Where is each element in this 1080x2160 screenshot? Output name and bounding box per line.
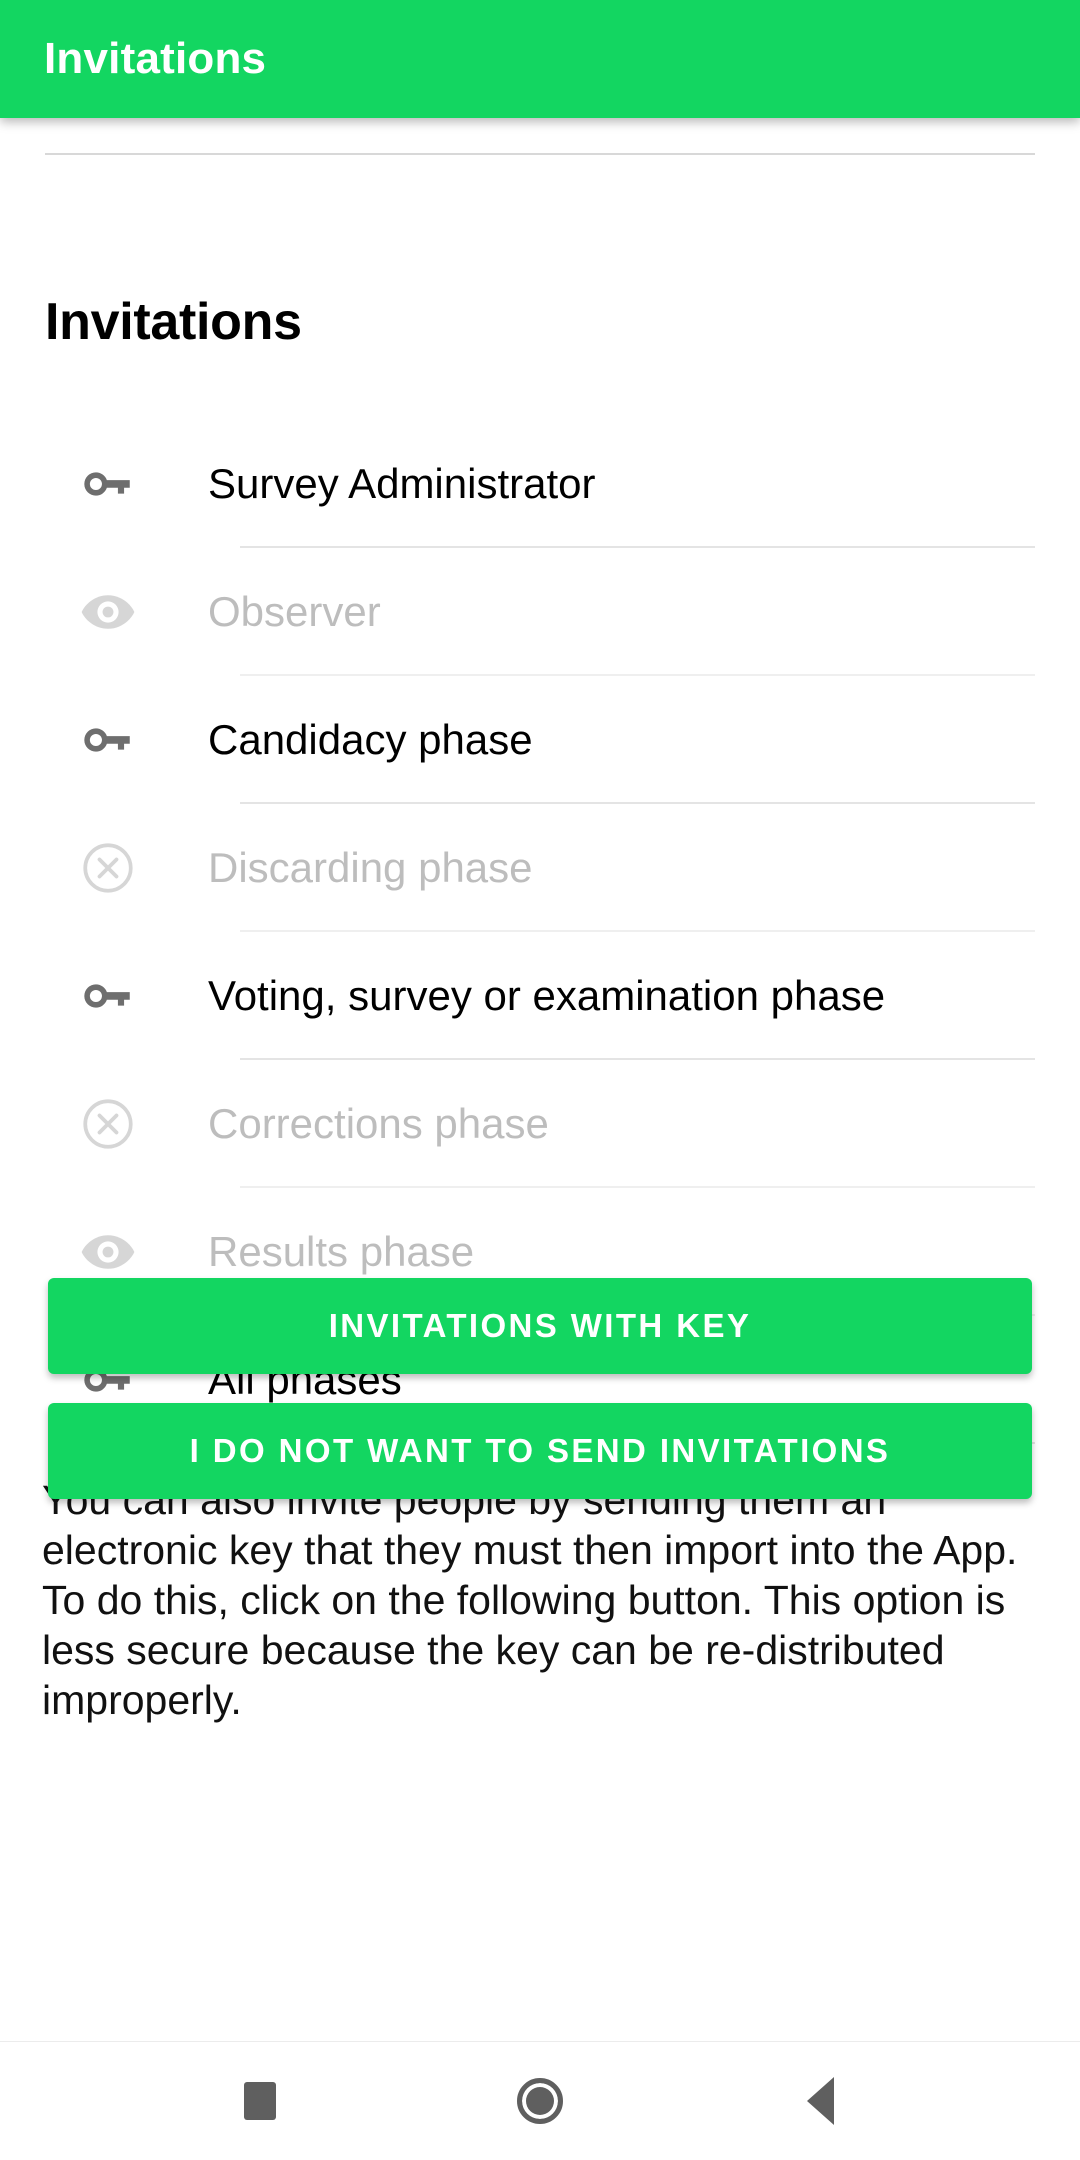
list-item-label: Results phase — [208, 1227, 475, 1275]
list-item[interactable]: Voting, survey or examination phase — [0, 932, 1080, 1060]
list-item[interactable]: Survey Administrator — [0, 420, 1080, 548]
info-paragraph: You can also invite people by sending th… — [42, 1477, 1018, 1723]
top-divider — [45, 153, 1035, 155]
key-icon — [72, 704, 144, 776]
list-item: Corrections phase — [0, 1060, 1080, 1188]
list-item: Observer — [0, 548, 1080, 676]
back-triangle-icon — [806, 2077, 834, 2125]
system-navigation-bar — [0, 2041, 1080, 2160]
back-button[interactable] — [720, 2042, 920, 2160]
list-item-label: Observer — [208, 587, 381, 635]
list-item[interactable]: Candidacy phase — [0, 676, 1080, 804]
home-circle-icon — [517, 2078, 563, 2124]
key-icon — [72, 960, 144, 1032]
app-bar-title: Invitations — [44, 34, 267, 83]
recents-square-icon — [244, 2082, 276, 2120]
list-item-label: Candidacy phase — [208, 715, 533, 763]
home-button[interactable] — [440, 2042, 640, 2160]
list-item-label: Voting, survey or examination phase — [208, 971, 886, 1019]
key-icon — [72, 448, 144, 520]
list-item-label: Survey Administrator — [208, 459, 596, 507]
list-item: Discarding phase — [0, 804, 1080, 932]
invitations-with-key-button[interactable]: Invitations with key — [48, 1278, 1032, 1374]
no-invitations-button[interactable]: I do not want to send invitations — [48, 1403, 1032, 1499]
list-item-label: Corrections phase — [208, 1099, 549, 1147]
page-title: Invitations — [45, 293, 302, 351]
eye-icon — [72, 576, 144, 648]
app-bar: Invitations — [0, 0, 1080, 118]
list-item-label: Discarding phase — [208, 843, 533, 891]
recents-button[interactable] — [160, 2042, 360, 2160]
x-circle-icon — [72, 832, 144, 904]
content-scroll-area[interactable]: Invitations Survey Administrator Observer… — [0, 118, 1080, 2042]
x-circle-icon — [72, 1088, 144, 1160]
